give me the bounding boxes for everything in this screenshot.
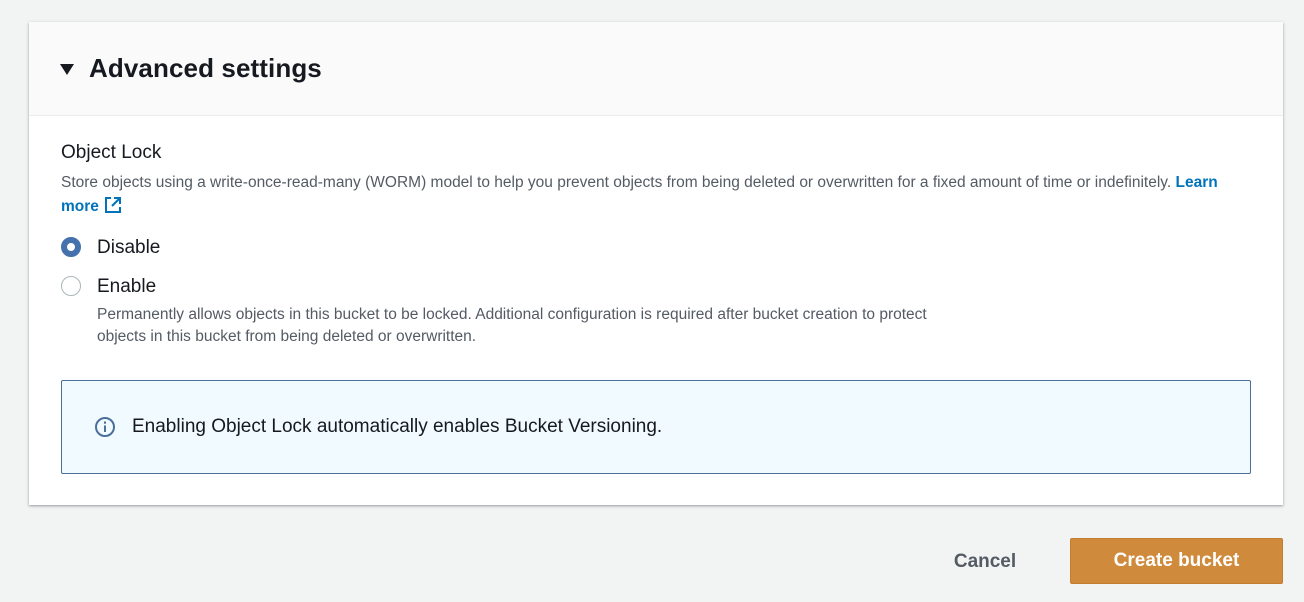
enable-radio[interactable]: [61, 276, 81, 296]
radio-option-enable[interactable]: Enable Permanently allows objects in thi…: [61, 276, 937, 348]
advanced-settings-panel: Advanced settings Object Lock Store obje…: [29, 22, 1283, 505]
enable-option-text: Enable Permanently allows objects in thi…: [97, 276, 937, 348]
cancel-button[interactable]: Cancel: [930, 540, 1040, 584]
advanced-settings-header[interactable]: Advanced settings: [29, 22, 1283, 116]
radio-option-disable[interactable]: Disable: [61, 237, 160, 259]
disable-radio[interactable]: [61, 237, 81, 257]
enable-option-description: Permanently allows objects in this bucke…: [97, 306, 927, 345]
object-lock-description-text: Store objects using a write-once-read-ma…: [61, 174, 1172, 191]
disable-option-label: Disable: [97, 237, 161, 258]
panel-title: Advanced settings: [89, 53, 322, 83]
caret-down-icon[interactable]: [60, 63, 74, 75]
info-icon: [95, 417, 115, 437]
info-alert: Enabling Object Lock automatically enabl…: [61, 380, 1251, 474]
create-bucket-button[interactable]: Create bucket: [1070, 538, 1283, 584]
object-lock-label: Object Lock: [61, 142, 162, 163]
enable-option-label: Enable: [97, 276, 157, 297]
disable-option-text: Disable: [97, 237, 160, 259]
object-lock-description: Store objects using a write-once-read-ma…: [61, 171, 1221, 219]
external-link-icon: [104, 197, 121, 213]
info-alert-text: Enabling Object Lock automatically enabl…: [132, 416, 663, 437]
